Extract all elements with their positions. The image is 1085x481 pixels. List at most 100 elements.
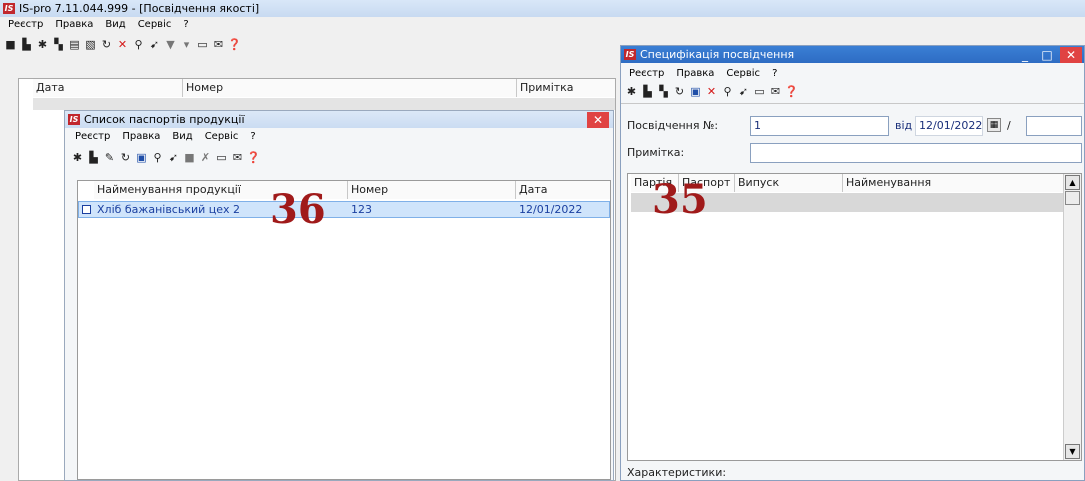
menu-registry[interactable]: Реєстр	[2, 19, 49, 30]
spec-logo-icon: IS	[624, 49, 636, 60]
passports-window: IS Список паспортів продукції ✕ Реєстр П…	[64, 110, 614, 481]
spec-col-name[interactable]: Найменування	[843, 174, 1063, 192]
main-menubar: Реєстр Правка Вид Сервіс ?	[2, 17, 195, 32]
document-icon[interactable]: ▭	[196, 38, 209, 51]
find-next-icon[interactable]: ➹	[167, 151, 180, 164]
passports-title: Список паспортів продукції	[84, 113, 245, 126]
document-icon[interactable]: ▭	[753, 85, 766, 98]
menu-help[interactable]: ?	[177, 19, 194, 30]
spec-menu-edit[interactable]: Правка	[670, 68, 720, 79]
spec-scrollbar[interactable]: ▲ ▼	[1063, 174, 1081, 460]
new-doc-icon[interactable]: ✱	[36, 38, 49, 51]
passports-title-bar: IS Список паспортів продукції ✕	[65, 111, 613, 128]
spec-menu-registry[interactable]: Реєстр	[623, 68, 670, 79]
spec-title: Специфікація посвідчення	[640, 48, 795, 61]
open-icon[interactable]: ▙	[20, 38, 33, 51]
table-row[interactable]: Хліб бажанівський цех 2 123 12/01/2022	[78, 201, 610, 218]
find-next-icon[interactable]: ➹	[737, 85, 750, 98]
menu-edit[interactable]: Правка	[49, 19, 99, 30]
spec-window: IS Специфікація посвідчення _ □ ✕ Реєстр…	[620, 45, 1085, 481]
print-icon[interactable]: ▤	[68, 38, 81, 51]
row-date: 12/01/2022	[519, 203, 583, 216]
save-icon[interactable]: ▣	[689, 85, 702, 98]
spec-title-bar: IS Специфікація посвідчення _ □ ✕	[621, 46, 1084, 63]
note-label: Примітка:	[627, 146, 685, 159]
spec-minimize-button[interactable]: _	[1014, 47, 1036, 63]
passports-menu-view[interactable]: Вид	[166, 131, 198, 142]
save-icon[interactable]: ▣	[135, 151, 148, 164]
help-icon[interactable]: ❓	[228, 38, 242, 51]
cert-number-label: Посвідчення №:	[627, 119, 719, 132]
mail-icon[interactable]: ✉	[231, 151, 244, 164]
menu-service[interactable]: Сервіс	[132, 19, 178, 30]
passports-menu-edit[interactable]: Правка	[116, 131, 166, 142]
help-icon[interactable]: ❓	[785, 85, 799, 98]
cert-number-field[interactable]: 1	[750, 116, 889, 136]
spec-menubar: Реєстр Правка Сервіс ?	[623, 66, 783, 80]
add-icon[interactable]: ✱	[71, 151, 84, 164]
filter-icon[interactable]: ▼	[164, 38, 177, 51]
passports-grid[interactable]: Найменування продукції Номер Дата Хліб б…	[77, 180, 611, 480]
main-col-date[interactable]: Дата	[33, 79, 183, 97]
delete-icon[interactable]: ✕	[116, 38, 129, 51]
spec-toolbar-divider	[621, 103, 1084, 104]
passports-logo-icon: IS	[68, 114, 80, 125]
main-col-note[interactable]: Примітка	[517, 79, 615, 97]
spec-maximize-button[interactable]: □	[1036, 47, 1058, 63]
search-icon[interactable]: ⚲	[132, 38, 145, 51]
mail-icon[interactable]: ✉	[212, 38, 225, 51]
row-checkbox[interactable]	[82, 205, 91, 214]
app-logo-icon: IS	[3, 3, 15, 14]
characteristics-label: Характеристики:	[627, 466, 727, 479]
main-grid-selected-row[interactable]	[33, 98, 615, 110]
export-icon[interactable]: ▧	[84, 38, 97, 51]
calendar-icon[interactable]: ▦	[987, 118, 1001, 132]
passports-toolbar: ✱ ▙ ✎ ↻ ▣ ⚲ ➹ ■ ✗ ▭ ✉ ❓	[67, 148, 260, 166]
refresh-icon[interactable]: ↻	[100, 38, 113, 51]
find-next-icon[interactable]: ➹	[148, 38, 161, 51]
edit-record-icon[interactable]: ▚	[657, 85, 670, 98]
spec-menu-help[interactable]: ?	[766, 68, 783, 79]
main-toolbar: ■ ▙ ✱ ▚ ▤ ▧ ↻ ✕ ⚲ ➹ ▼ ▾ ▭ ✉ ❓	[0, 34, 241, 54]
date-field[interactable]: 12/01/2022	[915, 116, 983, 136]
main-col-number[interactable]: Номер	[183, 79, 517, 97]
document-icon[interactable]: ▭	[215, 151, 228, 164]
spec-menu-service[interactable]: Сервіс	[720, 68, 766, 79]
search-icon[interactable]: ⚲	[151, 151, 164, 164]
copy-icon[interactable]: ▚	[52, 38, 65, 51]
search-icon[interactable]: ⚲	[721, 85, 734, 98]
passports-menu-help[interactable]: ?	[244, 131, 261, 142]
refresh-icon[interactable]: ↻	[673, 85, 686, 98]
spec-close-button[interactable]: ✕	[1060, 47, 1082, 63]
clear-filter-icon[interactable]: ✗	[199, 151, 212, 164]
scroll-up-button[interactable]: ▲	[1065, 175, 1080, 190]
passports-col-number[interactable]: Номер	[348, 181, 516, 199]
spec-col-release[interactable]: Випуск	[735, 174, 843, 192]
slash-separator: /	[1007, 119, 1011, 132]
help-icon[interactable]: ❓	[247, 151, 261, 164]
passports-col-date[interactable]: Дата	[516, 181, 610, 199]
cert-suffix-field[interactable]	[1026, 116, 1082, 136]
mail-icon[interactable]: ✉	[769, 85, 782, 98]
copy-record-icon[interactable]: ▙	[87, 151, 100, 164]
passports-menubar: Реєстр Правка Вид Сервіс ?	[69, 129, 262, 143]
from-label: від	[895, 119, 913, 132]
passports-menu-service[interactable]: Сервіс	[199, 131, 245, 142]
refresh-icon[interactable]: ↻	[119, 151, 132, 164]
filter-icon[interactable]: ■	[183, 151, 196, 164]
clear-filter-icon[interactable]: ▾	[180, 38, 193, 51]
note-field[interactable]	[750, 143, 1082, 163]
scroll-thumb[interactable]	[1065, 191, 1080, 205]
scroll-down-button[interactable]: ▼	[1065, 444, 1080, 459]
folder-icon[interactable]: ■	[4, 38, 17, 51]
add-icon[interactable]: ✱	[625, 85, 638, 98]
row-number: 123	[351, 203, 372, 216]
passports-close-button[interactable]: ✕	[587, 112, 609, 128]
copy-record-icon[interactable]: ▙	[641, 85, 654, 98]
spec-toolbar: ✱ ▙ ▚ ↻ ▣ ✕ ⚲ ➹ ▭ ✉ ❓	[621, 82, 798, 100]
edit-record-icon[interactable]: ✎	[103, 151, 116, 164]
delete-icon[interactable]: ✕	[705, 85, 718, 98]
menu-view[interactable]: Вид	[99, 19, 131, 30]
passports-menu-registry[interactable]: Реєстр	[69, 131, 116, 142]
app-title: IS-pro 7.11.044.999 - [Посвідчення якост…	[19, 2, 260, 15]
